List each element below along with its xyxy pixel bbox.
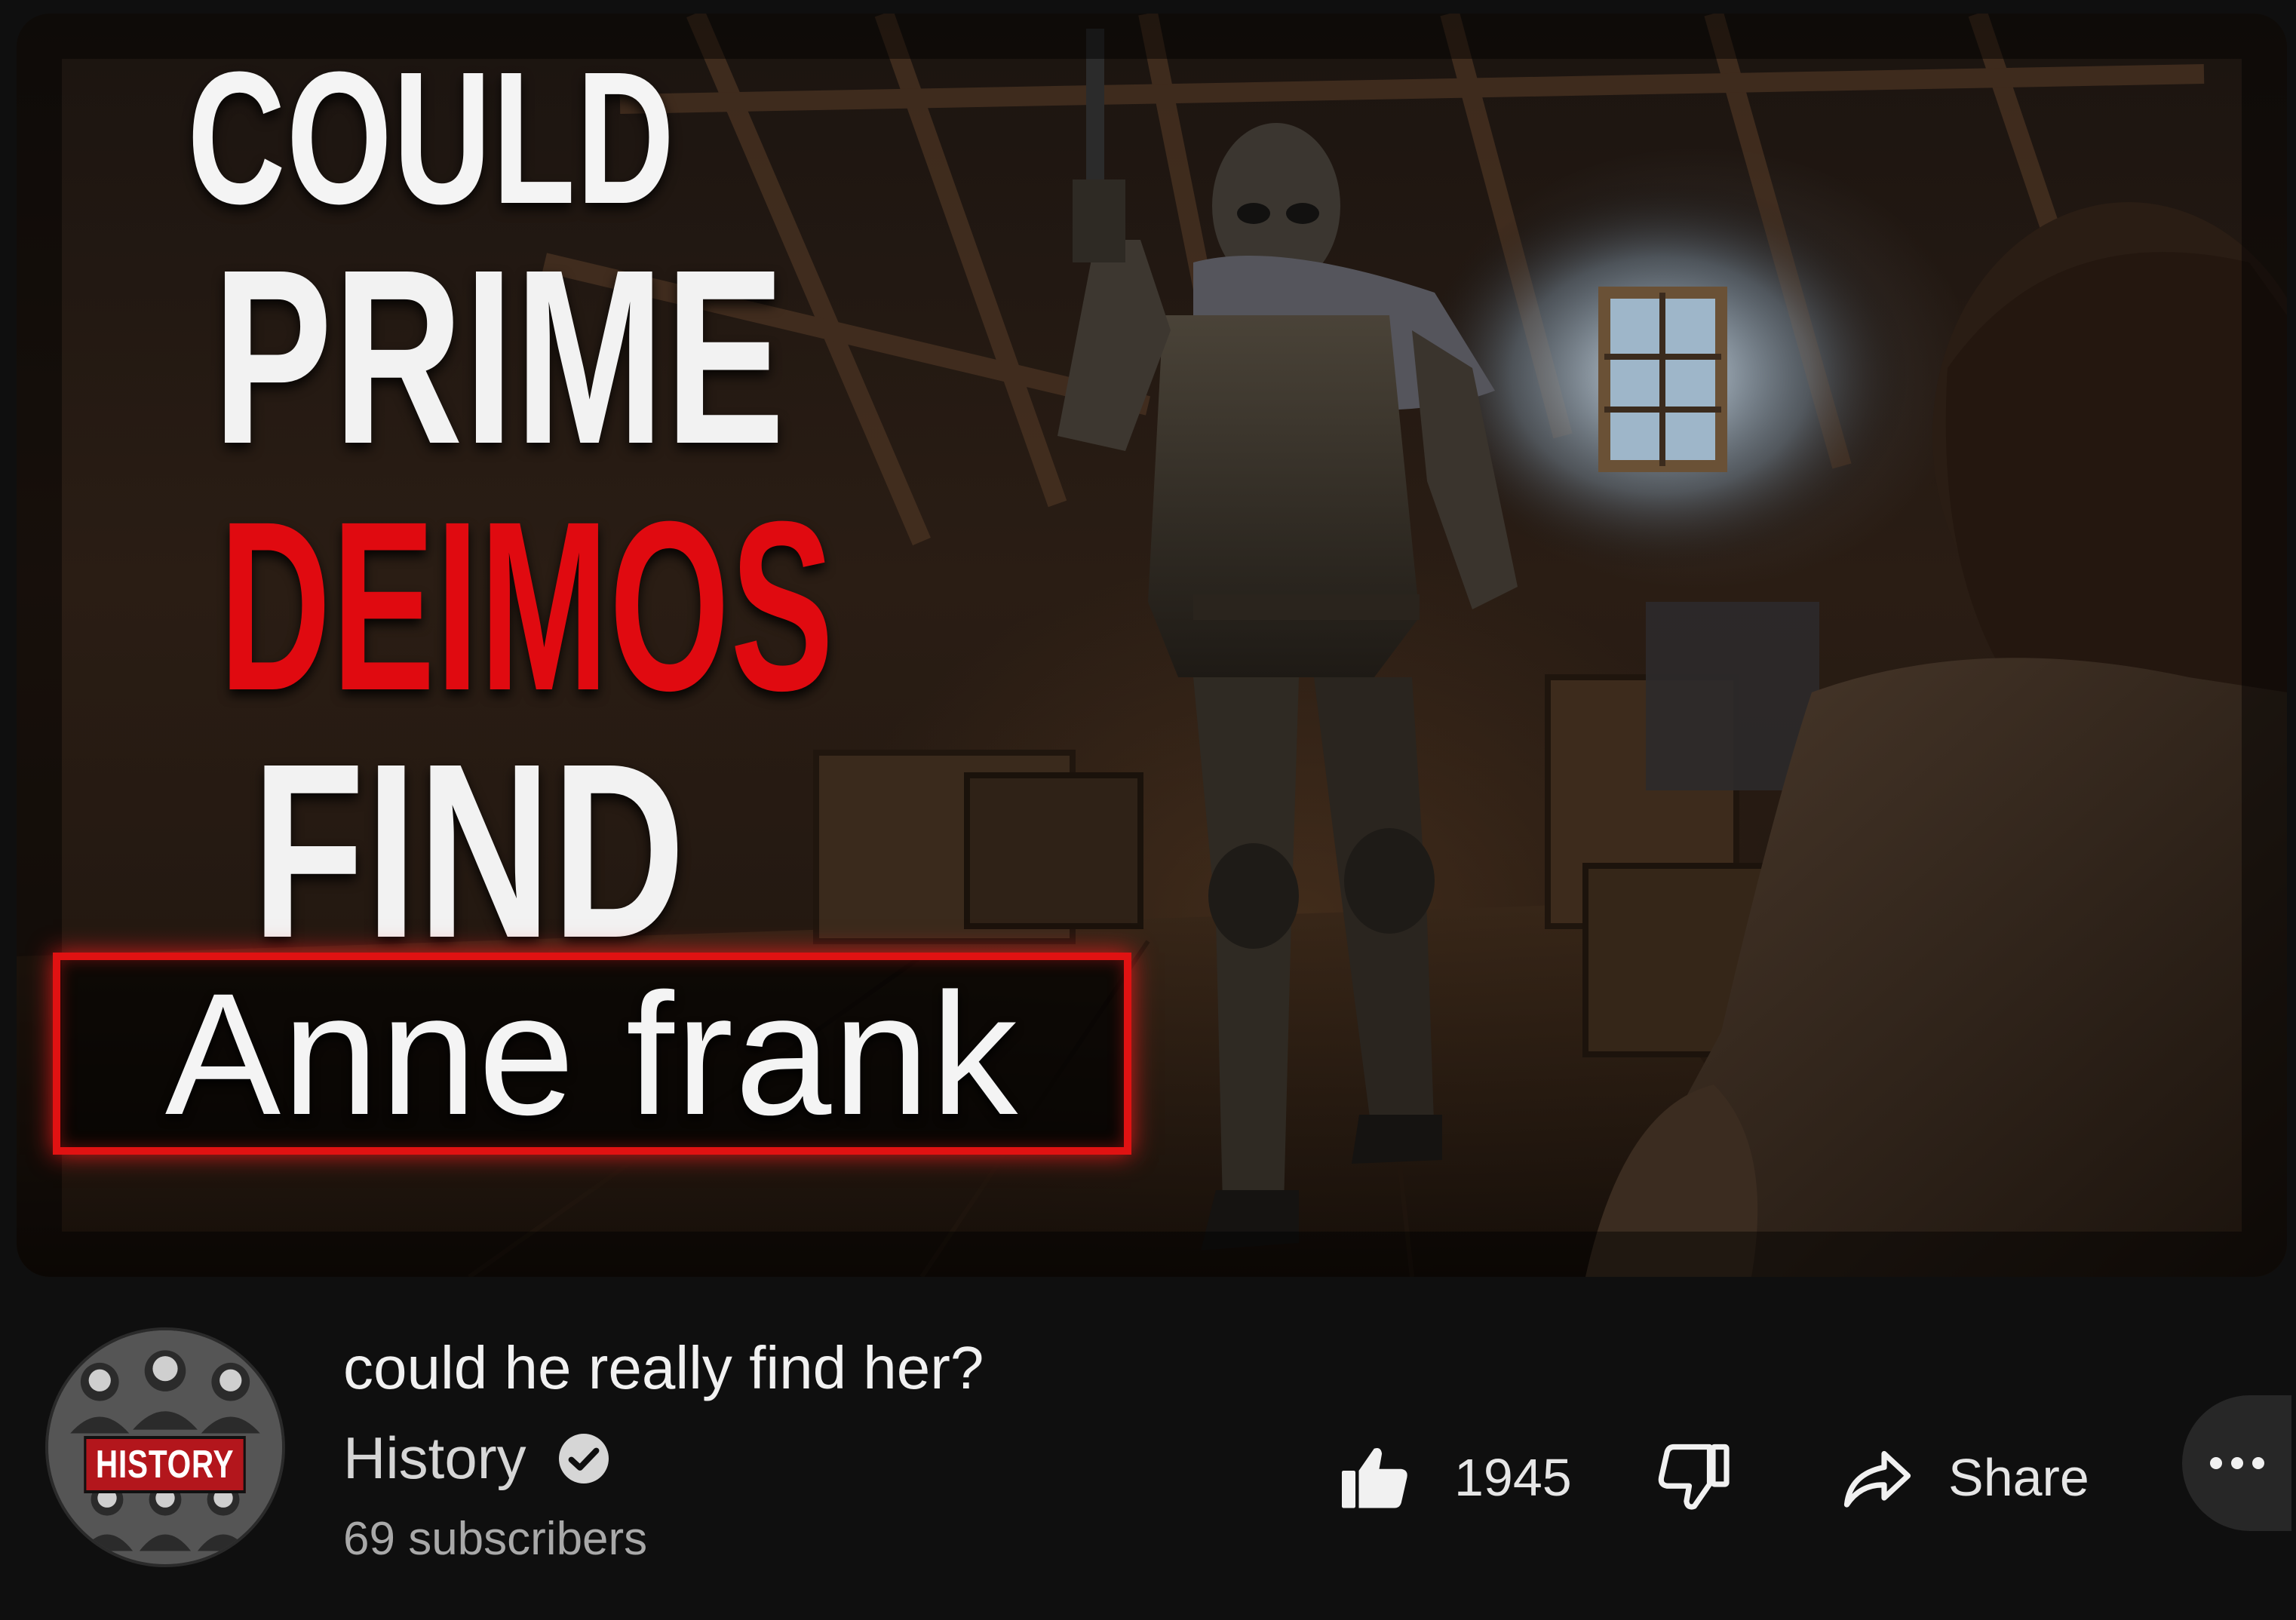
more-horizontal-icon [2209,1457,2264,1469]
more-actions-button[interactable] [2182,1395,2291,1531]
name-label-text: Anne frank [164,956,1020,1151]
headline-line-prime: PRIME [213,217,786,496]
channel-avatar[interactable]: HISTORY [45,1327,285,1567]
share-button[interactable]: Share [1837,1437,2089,1518]
like-count: 1945 [1454,1448,1572,1507]
thumbs-up-icon [1342,1447,1407,1508]
thumbs-down-icon [1658,1444,1730,1510]
name-label-box: Anne frank [53,953,1131,1155]
dislike-button[interactable] [1652,1437,1733,1518]
subscriber-count: 69 subscribers [343,1513,648,1565]
share-arrow-icon [1843,1450,1911,1508]
verified-check-icon [558,1433,609,1483]
share-label: Share [1948,1448,2089,1507]
channel-name[interactable]: History [343,1424,526,1493]
headline-line-deimos: DEIMOS [219,471,835,741]
thumbnail-headline: COULD PRIME DEIMOS FIND [62,32,937,989]
video-title[interactable]: could he really find her? [343,1333,984,1403]
like-button[interactable]: 1945 [1335,1437,1572,1518]
channel-row: History [343,1424,611,1493]
headline-line-find: FIND [252,711,686,989]
video-thumbnail[interactable]: COULD PRIME DEIMOS FIND Anne frank [17,14,2287,1277]
avatar-portraits-image [48,1330,282,1564]
headline-line-could: COULD [187,32,676,243]
